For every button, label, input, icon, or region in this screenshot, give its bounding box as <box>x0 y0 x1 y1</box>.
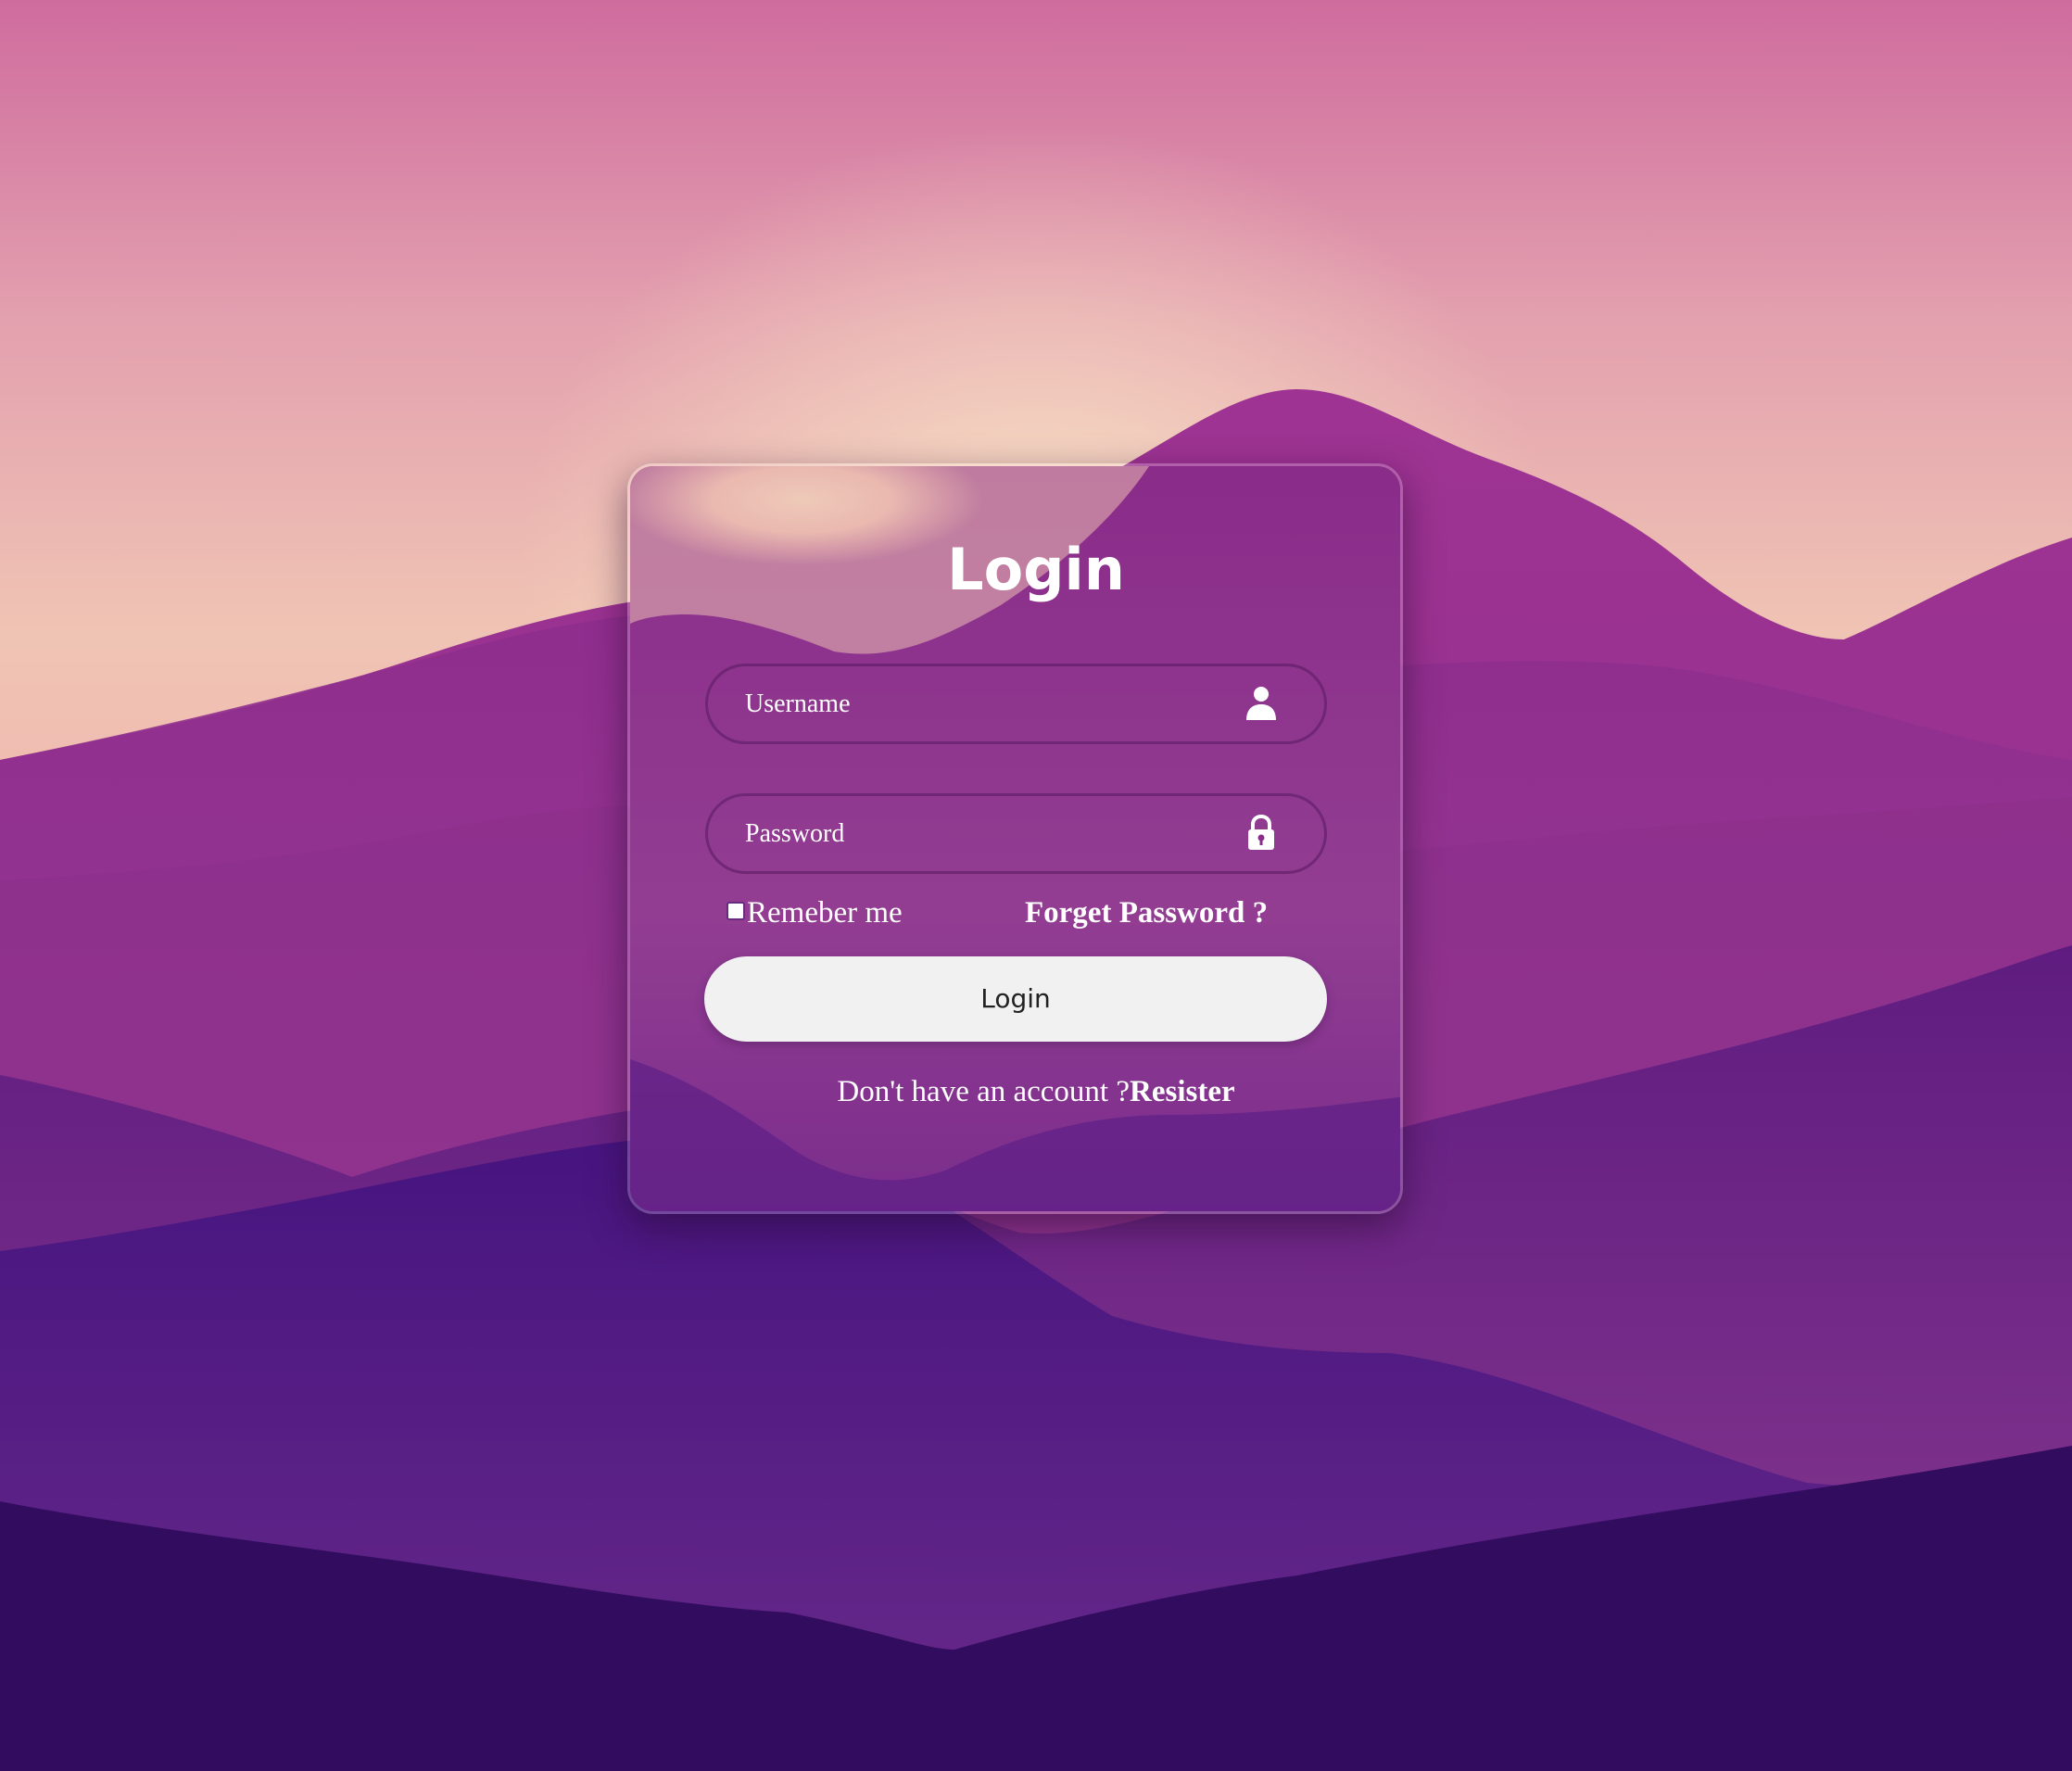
login-title: Login <box>947 536 1125 603</box>
remember-me[interactable]: Remeber me <box>726 892 903 933</box>
user-icon <box>1246 687 1276 720</box>
register-line: Don't have an account ?Resister <box>0 1075 2072 1109</box>
username-field[interactable]: Username <box>705 664 1327 744</box>
remember-label: Remeber me <box>747 895 903 930</box>
register-link[interactable]: Resister <box>1130 1075 1235 1108</box>
lock-icon <box>1248 815 1274 850</box>
username-input[interactable]: Username <box>745 666 851 741</box>
register-prompt: Don't have an account ? <box>837 1075 1131 1108</box>
password-input[interactable]: Password <box>745 796 844 871</box>
forgot-password-link[interactable]: Forget Password ? <box>1025 892 1268 933</box>
remember-checkbox[interactable] <box>726 902 745 920</box>
password-field[interactable]: Password <box>705 793 1327 874</box>
login-button[interactable]: Login <box>704 956 1327 1042</box>
